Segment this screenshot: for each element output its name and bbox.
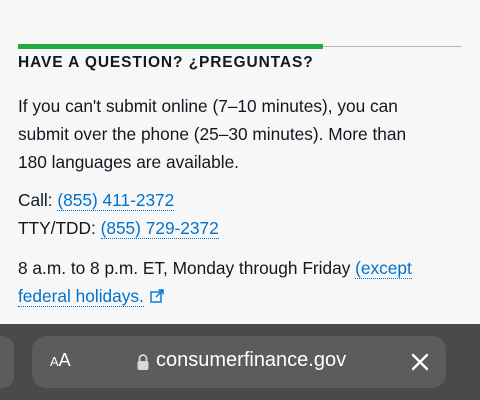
hours-line: federal holidays. — [18, 282, 462, 310]
intro-line: If you can't submit online (7–10 minutes… — [18, 96, 398, 116]
hours-paragraph: 8 a.m. to 8 p.m. ET, Monday through Frid… — [18, 254, 462, 310]
previous-tab-peek[interactable] — [0, 336, 14, 388]
text-size-small-a: A — [50, 354, 59, 369]
browser-toolbar: AA consumerfinance.gov — [0, 324, 480, 400]
intro-paragraph: If you can't submit online (7–10 minutes… — [18, 92, 462, 176]
external-link-icon — [150, 289, 164, 303]
url-domain[interactable]: consumerfinance.gov — [156, 349, 346, 372]
text-size-large-a: A — [58, 350, 71, 370]
tty-number-link[interactable]: (855) 729-2372 — [100, 218, 219, 239]
address-bar[interactable]: AA consumerfinance.gov — [32, 336, 446, 388]
text-size-button[interactable]: AA — [50, 350, 71, 371]
lock-icon — [137, 354, 149, 370]
holidays-link-part2[interactable]: federal holidays. — [18, 286, 144, 307]
close-icon[interactable] — [406, 348, 434, 376]
call-row: Call: (855) 411-2372 — [18, 186, 462, 214]
intro-line: 180 languages are available. — [18, 152, 239, 172]
call-number-link[interactable]: (855) 411-2372 — [57, 190, 175, 211]
section-divider — [18, 44, 462, 49]
call-label: Call: — [18, 190, 53, 210]
hours-text: 8 a.m. to 8 p.m. ET, Monday through Frid… — [18, 258, 351, 278]
section-heading: HAVE A QUESTION? ¿PREGUNTAS? — [18, 54, 314, 71]
tty-row: TTY/TDD: (855) 729-2372 — [18, 214, 462, 242]
hours-line: 8 a.m. to 8 p.m. ET, Monday through Frid… — [18, 254, 462, 282]
intro-line: submit over the phone (25–30 minutes). M… — [18, 124, 407, 144]
holidays-link-part1[interactable]: (except — [355, 258, 412, 279]
tty-label: TTY/TDD: — [18, 218, 96, 238]
divider-accent — [18, 44, 323, 49]
phone-numbers: Call: (855) 411-2372 TTY/TDD: (855) 729-… — [18, 186, 462, 242]
